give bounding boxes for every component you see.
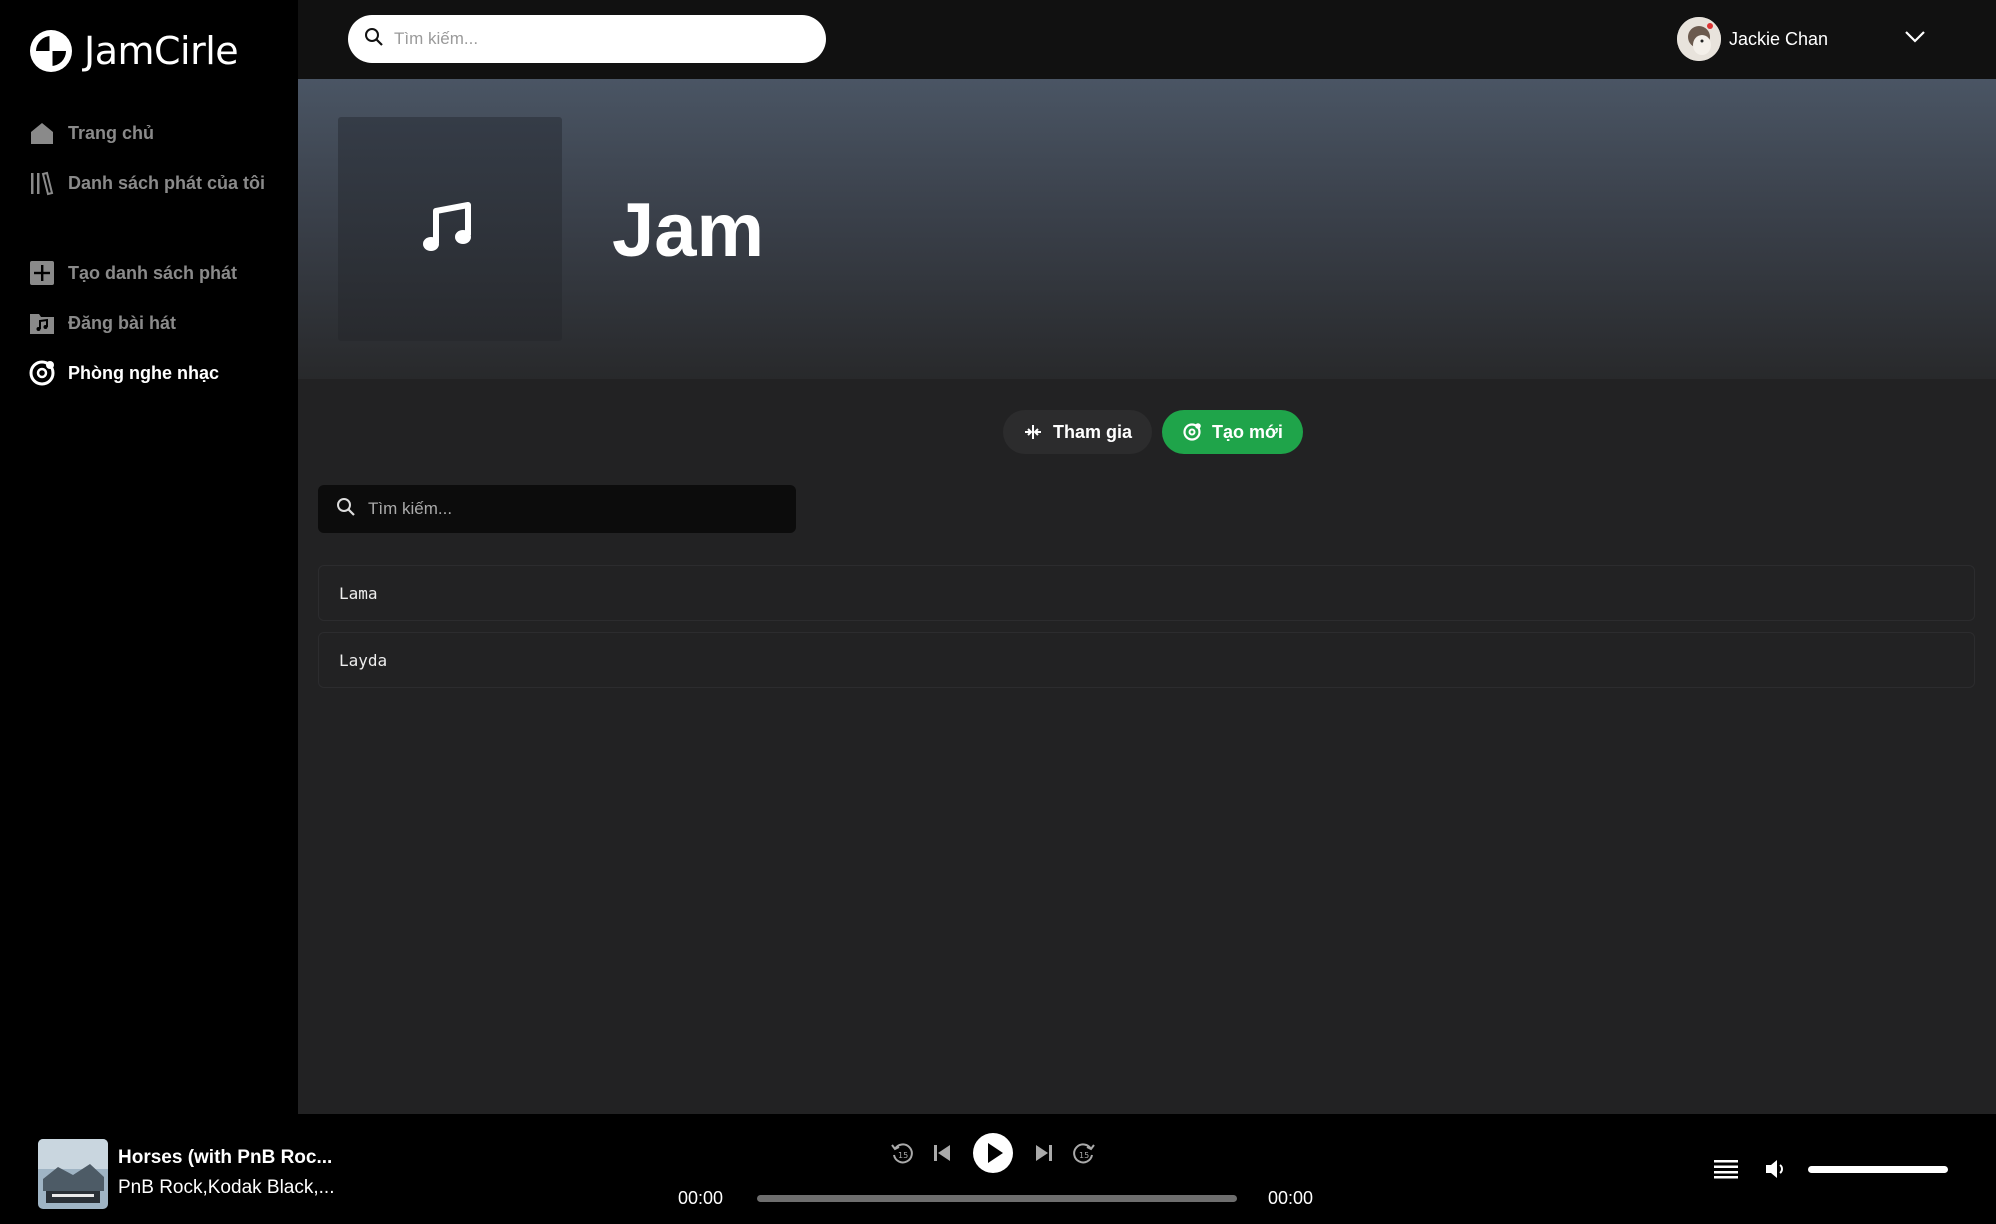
avatar: [1676, 17, 1721, 61]
home-icon: [28, 119, 56, 147]
logo-icon: [30, 30, 72, 72]
main-content: Tham gia Tạo mới Lama Layda: [298, 379, 1996, 1114]
user-menu[interactable]: Jackie Chan: [1676, 17, 1926, 61]
logo[interactable]: JamCirle: [28, 28, 239, 74]
app-root: JamCirle Trang chủ Danh sách phát của tô…: [0, 0, 1996, 1224]
sidebar-item-label: Phòng nghe nhạc: [68, 362, 219, 383]
library-icon: [28, 169, 56, 197]
volume-slider[interactable]: [1808, 1165, 1948, 1173]
plus-square-icon: [28, 259, 56, 287]
room-header: Jam: [298, 79, 1996, 379]
search-icon: [336, 497, 356, 522]
user-name: Jackie Chan: [1728, 28, 1828, 49]
sidebar-item-my-playlists[interactable]: Danh sách phát của tôi: [28, 158, 265, 208]
previous-icon[interactable]: [932, 1143, 952, 1163]
chevron-down-icon[interactable]: [1904, 30, 1926, 49]
queue-icon[interactable]: [1714, 1159, 1738, 1179]
sidebar-item-create-playlist[interactable]: Tạo danh sách phát: [28, 248, 237, 298]
svg-text:15: 15: [1079, 1151, 1089, 1160]
current-time: 00:00: [678, 1188, 724, 1208]
sidebar-item-home[interactable]: Trang chủ: [28, 108, 265, 158]
sidebar-item-label: Trang chủ: [68, 122, 155, 143]
sidebar-item-label: Danh sách phát của tôi: [68, 172, 266, 193]
track-artwork: [38, 1139, 108, 1209]
create-room-label: Tạo mới: [1212, 421, 1283, 442]
sidebar-item-label: Tạo danh sách phát: [68, 262, 238, 283]
play-button[interactable]: [972, 1132, 1014, 1174]
disc-icon: [1182, 422, 1202, 442]
sidebar-item-listening-room[interactable]: Phòng nghe nhạc: [28, 348, 237, 398]
extra-controls: [1714, 1158, 1948, 1180]
volume-icon[interactable]: [1764, 1158, 1788, 1180]
list-item[interactable]: Lama: [318, 565, 1975, 621]
next-icon[interactable]: [1034, 1143, 1054, 1163]
playback-controls: 15 15: [890, 1132, 1096, 1174]
progress-bar[interactable]: [757, 1195, 1237, 1202]
room-list: Lama Layda: [318, 565, 1975, 699]
rewind-15-icon[interactable]: 15: [890, 1141, 914, 1165]
topbar: Jackie Chan: [298, 0, 1996, 79]
create-room-button[interactable]: Tạo mới: [1162, 410, 1303, 454]
global-search[interactable]: [348, 15, 826, 63]
sidebar-item-label: Đăng bài hát: [68, 312, 177, 333]
music-folder-icon: [28, 309, 56, 337]
player-bar: Horses (with PnB Roc... PnB Rock,Kodak B…: [0, 1114, 1996, 1224]
join-icon: [1023, 423, 1043, 441]
room-search[interactable]: [318, 485, 796, 533]
disc-icon: [28, 359, 56, 387]
track-artist: PnB Rock,Kodak Black,...: [118, 1177, 335, 1198]
app-name: JamCirle: [84, 29, 239, 73]
page-title: Jam: [612, 188, 765, 273]
track-title: Horses (with PnB Roc...: [118, 1147, 333, 1168]
svg-text:15: 15: [898, 1151, 908, 1160]
room-actions: Tham gia Tạo mới: [1003, 410, 1303, 454]
forward-15-icon[interactable]: 15: [1072, 1141, 1096, 1165]
join-room-button[interactable]: Tham gia: [1003, 410, 1153, 454]
main-nav: Trang chủ Danh sách phát của tôi: [28, 108, 265, 208]
join-room-label: Tham gia: [1053, 421, 1133, 442]
music-note-icon: [422, 201, 478, 258]
search-icon: [364, 27, 384, 52]
duration: 00:00: [1268, 1188, 1314, 1208]
sidebar: JamCirle Trang chủ Danh sách phát của tô…: [0, 0, 298, 1114]
secondary-nav: Tạo danh sách phát Đăng bài hát Phòng ng…: [28, 248, 237, 398]
room-cover: [338, 117, 562, 341]
list-item[interactable]: Layda: [318, 632, 1975, 688]
sidebar-item-upload-song[interactable]: Đăng bài hát: [28, 298, 237, 348]
search-input[interactable]: [394, 29, 794, 49]
room-search-input[interactable]: [368, 499, 768, 519]
